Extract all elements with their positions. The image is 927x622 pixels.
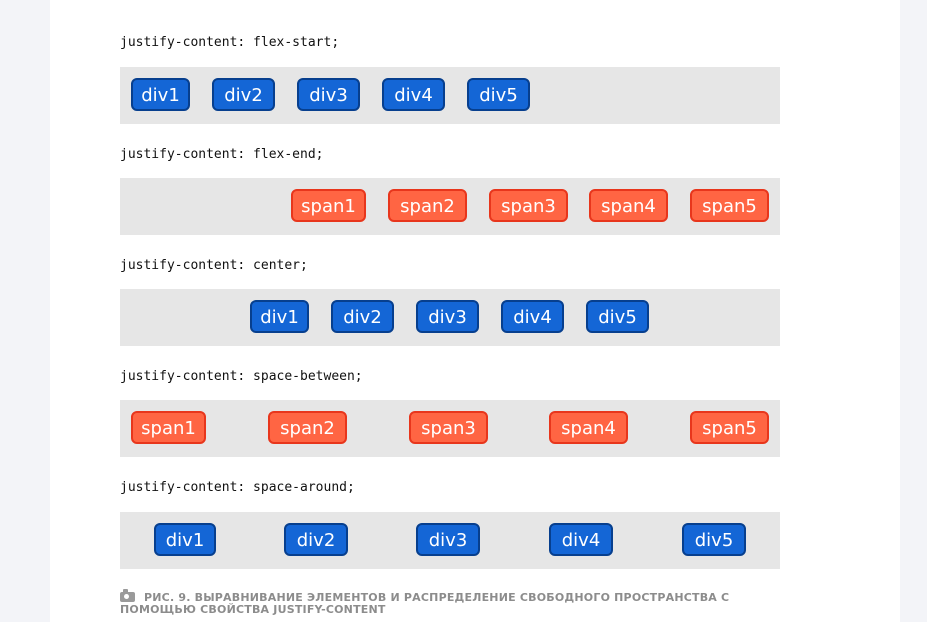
flex-container-space-around: div1 div2 div3 div4 div5 xyxy=(120,512,780,569)
figure-caption: РИС. 9. ВЫРАВНИВАНИЕ ЭЛЕМЕНТОВ И РАСПРЕД… xyxy=(120,589,800,616)
flex-item: div1 xyxy=(154,523,216,556)
flex-item: div2 xyxy=(284,523,348,556)
flex-item: div3 xyxy=(297,78,360,111)
flex-item: span3 xyxy=(409,411,488,444)
flex-item: span3 xyxy=(489,189,568,222)
flex-container-space-between: span1 span2 span3 span4 span5 xyxy=(120,400,780,457)
flex-item: div4 xyxy=(549,523,613,556)
flex-item: div1 xyxy=(250,300,309,333)
article-card: justify-content: flex-start; div1 div2 d… xyxy=(50,0,900,622)
flex-item: div4 xyxy=(501,300,564,333)
flex-item: div3 xyxy=(416,523,480,556)
code-label-space-around: justify-content: space-around; xyxy=(120,480,355,495)
flex-item: div5 xyxy=(682,523,746,556)
flex-item: div1 xyxy=(131,78,190,111)
flex-item: div4 xyxy=(382,78,445,111)
flex-item: span1 xyxy=(291,189,366,222)
code-label-space-between: justify-content: space-between; xyxy=(120,369,363,384)
flex-item: div5 xyxy=(586,300,649,333)
code-label-flex-start: justify-content: flex-start; xyxy=(120,35,340,50)
flex-container-center: div1 div2 div3 div4 div5 xyxy=(120,289,780,346)
flex-item: div2 xyxy=(212,78,275,111)
flex-item: span5 xyxy=(690,189,769,222)
flex-item: span2 xyxy=(388,189,467,222)
code-label-flex-end: justify-content: flex-end; xyxy=(120,147,324,162)
caption-text: РИС. 9. ВЫРАВНИВАНИЕ ЭЛЕМЕНТОВ И РАСПРЕД… xyxy=(120,591,730,616)
flex-item: div3 xyxy=(416,300,479,333)
flex-item: span4 xyxy=(549,411,628,444)
flex-item: span1 xyxy=(131,411,206,444)
flex-item: span4 xyxy=(589,189,668,222)
flex-item: span2 xyxy=(268,411,347,444)
flex-container-flex-start: div1 div2 div3 div4 div5 xyxy=(120,67,780,124)
flex-item: div5 xyxy=(467,78,530,111)
flex-item: div2 xyxy=(331,300,394,333)
flex-container-flex-end: span1 span2 span3 span4 span5 xyxy=(120,178,780,235)
camera-icon xyxy=(120,589,135,602)
code-label-center: justify-content: center; xyxy=(120,258,308,273)
flex-item: span5 xyxy=(690,411,769,444)
